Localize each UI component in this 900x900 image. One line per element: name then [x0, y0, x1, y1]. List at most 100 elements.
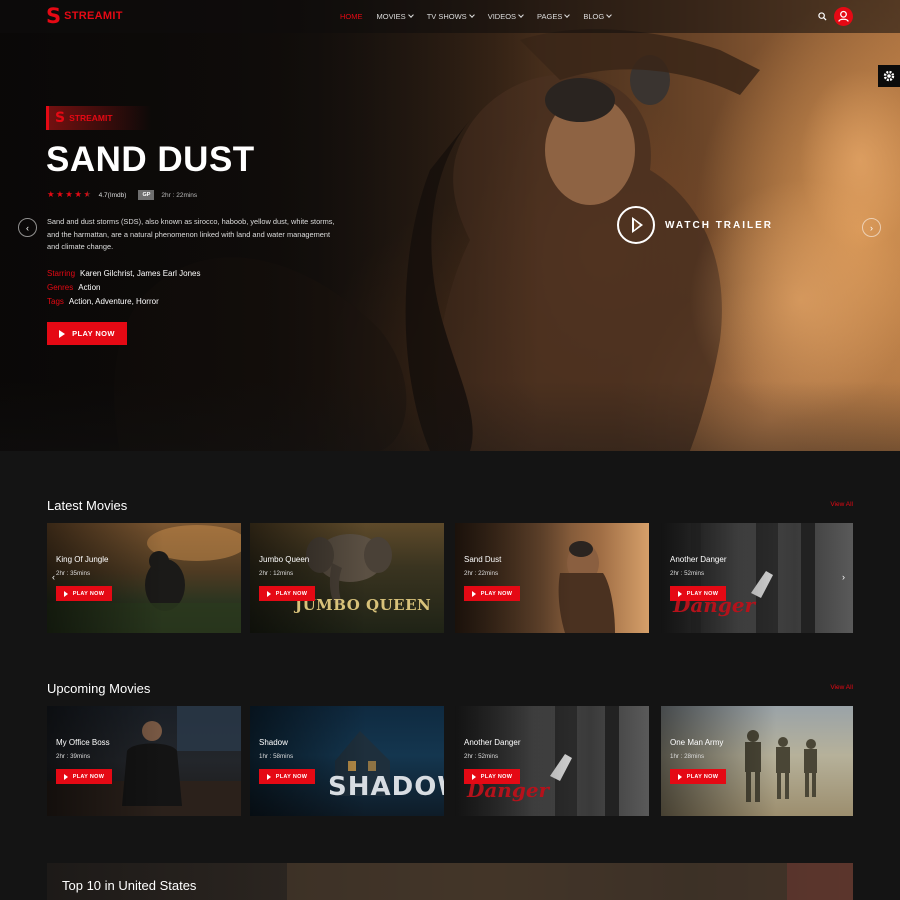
- chevron-right-icon: ›: [870, 222, 873, 233]
- chevron-down-icon: [606, 12, 613, 18]
- chevron-down-icon: [564, 12, 571, 18]
- menu-item-label: TV SHOWS: [426, 12, 467, 21]
- card-title: Another Danger: [670, 555, 727, 564]
- age-rating-badge: GP: [138, 190, 155, 200]
- play-icon: [677, 590, 682, 597]
- hero-brand-badge: S STREAMIT: [46, 106, 151, 130]
- meta-value[interactable]: Action: [78, 283, 100, 292]
- chevron-left-icon: ‹: [52, 572, 55, 582]
- card-shade: [47, 706, 241, 816]
- card-duration: 2hr : 52mins: [464, 753, 499, 760]
- card-play-button[interactable]: PLAY NOW: [670, 769, 726, 784]
- menu-item-blog[interactable]: BLOG: [583, 12, 613, 21]
- meta-value[interactable]: Action, Adventure, Horror: [69, 297, 159, 306]
- card-shade: [47, 523, 241, 633]
- card-duration: 2hr : 12mins: [259, 570, 294, 577]
- star-icon: ★: [65, 190, 73, 200]
- card-title: Another Danger: [464, 738, 521, 747]
- chevron-down-icon: [518, 12, 524, 18]
- card-duration: 2hr : 39mins: [56, 753, 91, 760]
- menu-item-label: BLOG: [583, 12, 605, 21]
- hero-bottom-fade: [0, 381, 900, 451]
- card-play-button[interactable]: PLAY NOW: [464, 769, 520, 784]
- brand-logo[interactable]: S STREAMIT: [46, 4, 123, 28]
- hero-prev-arrow[interactable]: ‹: [18, 218, 37, 237]
- play-button-label: PLAY NOW: [72, 329, 115, 338]
- latest-view-all-link[interactable]: View All: [830, 501, 853, 508]
- movie-card-sand-dust[interactable]: Sand Dust 2hr : 22mins PLAY NOW: [455, 523, 649, 633]
- play-circle-icon: [617, 206, 655, 244]
- card-shade: [455, 523, 649, 633]
- movie-card-my-office-boss[interactable]: My Office Boss 2hr : 39mins PLAY NOW: [47, 706, 241, 816]
- star-icon: ★: [47, 190, 55, 200]
- card-duration: 2hr : 35mins: [56, 570, 91, 577]
- play-icon: [63, 773, 68, 780]
- card-button-label: PLAY NOW: [275, 773, 308, 780]
- upcoming-view-all-link[interactable]: View All: [830, 684, 853, 691]
- meta-value[interactable]: Karen Gilchrist, James Earl Jones: [80, 269, 201, 278]
- card-button-label: PLAY NOW: [480, 773, 513, 780]
- card-play-button[interactable]: PLAY NOW: [464, 586, 520, 601]
- chevron-right-icon: ›: [842, 572, 845, 582]
- latest-movies-title: Latest Movies: [47, 498, 128, 513]
- hero-title: SAND DUST: [46, 140, 255, 179]
- play-icon: [59, 329, 66, 338]
- meta-starring: Starring Karen Gilchrist, James Earl Jone…: [47, 269, 201, 278]
- top10-banner: Top 10 in United States: [47, 863, 853, 900]
- hero-rating-row: ★ ★ ★ ★ ★ 4.7(Imdb) GP 2hr : 22mins: [47, 190, 197, 200]
- user-icon: [838, 10, 849, 22]
- card-play-button[interactable]: PLAY NOW: [56, 586, 112, 601]
- menu-item-pages[interactable]: PAGES: [537, 12, 571, 21]
- card-play-button[interactable]: PLAY NOW: [56, 769, 112, 784]
- card-duration: 2hr : 52mins: [670, 570, 705, 577]
- rating-text: 4.7(Imdb): [98, 191, 127, 199]
- card-title: My Office Boss: [56, 738, 110, 747]
- card-button-label: PLAY NOW: [72, 773, 105, 780]
- menu-item-label: PAGES: [537, 12, 563, 21]
- movie-card-jumbo-queen[interactable]: JUMBO QUEEN Jumbo Queen 2hr : 12mins PLA…: [250, 523, 444, 633]
- top10-title: Top 10 in United States: [62, 878, 197, 893]
- card-button-label: PLAY NOW: [480, 590, 513, 597]
- movie-card-king-of-jungle[interactable]: King Of Jungle 2hr : 35mins PLAY NOW: [47, 523, 241, 633]
- gear-icon: [883, 70, 895, 82]
- play-icon: [63, 590, 68, 597]
- play-icon: [471, 590, 476, 597]
- latest-next-arrow[interactable]: ›: [842, 572, 845, 582]
- watch-trailer-button[interactable]: WATCH TRAILER: [617, 206, 773, 244]
- menu-item-home[interactable]: HOME: [340, 12, 363, 21]
- card-title: One Man Army: [670, 738, 724, 747]
- card-duration: 2hr : 22mins: [464, 570, 499, 577]
- menu-item-movies[interactable]: MOVIES: [377, 12, 414, 21]
- movie-card-one-man-army[interactable]: One Man Army 1hr : 28mins PLAY NOW: [661, 706, 853, 816]
- search-icon[interactable]: [818, 12, 827, 21]
- movie-card-another-danger[interactable]: Danger Another Danger 2hr : 52mins PLAY …: [661, 523, 853, 633]
- hero-description: Sand and dust storms (SDS), also known a…: [47, 217, 335, 252]
- movie-card-another-danger-upcoming[interactable]: Danger Another Danger 2hr : 52mins PLAY …: [455, 706, 649, 816]
- meta-genres: Genres Action: [47, 283, 100, 292]
- top-navbar: S STREAMIT HOME MOVIES TV SHOWS VIDEOS P…: [0, 0, 900, 33]
- movie-card-shadow[interactable]: SHADOW Shadow 1hr : 58mins PLAY NOW: [250, 706, 444, 816]
- card-shade: [661, 706, 853, 816]
- play-icon: [266, 590, 271, 597]
- logo-mark: S: [46, 4, 62, 28]
- settings-button[interactable]: [878, 65, 900, 87]
- main-menu: HOME MOVIES TV SHOWS VIDEOS PAGES BLOG: [340, 12, 625, 21]
- card-title: Shadow: [259, 738, 288, 747]
- hero-next-arrow[interactable]: ›: [862, 218, 881, 237]
- hero-duration: 2hr : 22mins: [161, 191, 198, 199]
- menu-item-tv-shows[interactable]: TV SHOWS: [426, 12, 475, 21]
- star-icon: ★: [56, 190, 64, 200]
- menu-item-label: VIDEOS: [487, 12, 517, 21]
- card-play-button[interactable]: PLAY NOW: [259, 586, 315, 601]
- card-play-button[interactable]: PLAY NOW: [670, 586, 726, 601]
- play-icon: [266, 773, 271, 780]
- hero-play-button[interactable]: PLAY NOW: [47, 322, 127, 345]
- latest-prev-arrow[interactable]: ‹: [52, 572, 55, 582]
- card-poster-title: SHADOW: [328, 772, 444, 802]
- meta-key: Genres: [47, 283, 74, 292]
- badge-text: STREAMIT: [69, 113, 113, 123]
- menu-item-label: HOME: [340, 12, 363, 21]
- card-play-button[interactable]: PLAY NOW: [259, 769, 315, 784]
- user-avatar-button[interactable]: [834, 7, 853, 26]
- menu-item-videos[interactable]: VIDEOS: [487, 12, 524, 21]
